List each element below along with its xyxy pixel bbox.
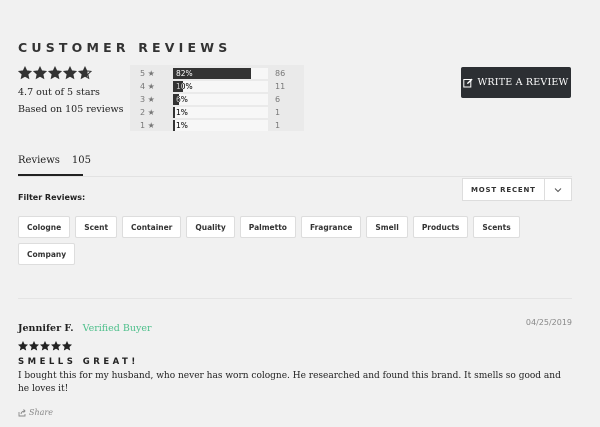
tab-active-underline	[18, 174, 83, 176]
histogram-count: 11	[275, 81, 286, 91]
histogram-percent: 6%	[176, 95, 188, 104]
reviewer-name: Jennifer F.	[18, 323, 74, 334]
histogram-row[interactable]: 5 ★ 82% 86	[130, 67, 304, 79]
write-review-button[interactable]: WRITE A REVIEW	[461, 67, 571, 98]
sort-selected-label: MOST RECENT	[471, 185, 536, 194]
histogram-label: 1 ★	[140, 120, 155, 130]
histogram-bar	[173, 107, 175, 118]
histogram-track: 82%	[173, 68, 268, 79]
filter-chip-company[interactable]: Company	[18, 243, 76, 265]
review-item: Jennifer F. Verified Buyer 04/25/2019 SM…	[18, 316, 572, 417]
chevron-down-icon	[544, 179, 571, 200]
histogram-count: 86	[275, 68, 286, 78]
star-icon	[40, 341, 50, 351]
write-review-label: WRITE A REVIEW	[477, 77, 569, 88]
filter-chips: Cologne Scent Container Quality Palmetto Frag…	[18, 216, 578, 265]
filter-chip-palmetto[interactable]: Palmetto	[239, 216, 296, 238]
histogram-count: 6	[275, 94, 281, 104]
histogram-label: 4 ★	[140, 81, 155, 91]
star-icon	[33, 66, 47, 80]
histogram-track: 1%	[173, 120, 268, 131]
share-icon	[18, 408, 26, 416]
rating-summary: 4.7 out of 5 stars Based on 105 reviews	[18, 66, 123, 115]
histogram-row[interactable]: 2 ★ 1% 1	[130, 106, 304, 118]
verified-badge: Verified Buyer	[82, 323, 152, 334]
tab-reviews-label: Reviews	[18, 155, 60, 166]
histogram-percent: 10%	[176, 82, 193, 91]
filter-chip-scent[interactable]: Scent	[75, 216, 118, 238]
filter-chip-quality[interactable]: Quality	[186, 216, 235, 238]
histogram-row[interactable]: 4 ★ 10% 11	[130, 80, 304, 92]
filter-chip-fragrance[interactable]: Fragrance	[300, 216, 362, 238]
review-title: SMELLS GREAT!	[18, 357, 139, 367]
tab-reviews-count: 105	[71, 155, 91, 166]
review-count-text: Based on 105 reviews	[18, 104, 124, 115]
tab-reviews[interactable]: Reviews 105	[18, 155, 91, 166]
review-body: I bought this for my husband, who never …	[18, 371, 561, 394]
average-rating-text: 4.7 out of 5 stars	[18, 87, 100, 98]
histogram-track: 1%	[173, 107, 268, 118]
section-divider	[18, 298, 572, 299]
rating-histogram: 5 ★ 82% 86 4 ★ 10% 11 3 ★ 6% 6 2 ★ 1% 1 1 ★ 1% 1	[130, 65, 304, 131]
share-label: Share	[29, 408, 53, 417]
histogram-count: 1	[275, 107, 281, 117]
star-icon	[78, 66, 92, 80]
star-icon	[62, 341, 72, 351]
star-icon	[48, 66, 62, 80]
page-title: CUSTOMER REVIEWS	[18, 40, 232, 55]
histogram-track: 10%	[173, 81, 268, 92]
star-icon	[51, 341, 61, 351]
star-icon	[18, 66, 32, 80]
edit-icon	[463, 78, 474, 87]
filter-chip-container[interactable]: Container	[122, 216, 182, 238]
histogram-percent: 1%	[176, 108, 188, 117]
histogram-percent: 82%	[176, 69, 193, 78]
histogram-count: 1	[275, 120, 281, 130]
histogram-label: 2 ★	[140, 107, 155, 117]
histogram-track: 6%	[173, 94, 268, 105]
histogram-row[interactable]: 1 ★ 1% 1	[130, 119, 304, 131]
star-icon	[29, 341, 39, 351]
histogram-percent: 1%	[176, 121, 188, 130]
filter-chip-scents[interactable]: Scents	[473, 216, 520, 238]
filter-chip-cologne[interactable]: Cologne	[18, 216, 71, 238]
average-stars	[18, 66, 123, 81]
filter-chip-smell[interactable]: Smell	[366, 216, 408, 238]
share-link[interactable]: Share	[18, 408, 53, 417]
sort-dropdown[interactable]: MOST RECENT	[462, 178, 572, 201]
histogram-label: 5 ★	[140, 68, 155, 78]
histogram-bar	[173, 120, 175, 131]
star-icon	[18, 341, 28, 351]
filter-chip-products[interactable]: Products	[412, 216, 469, 238]
review-date: 04/25/2019	[525, 318, 572, 327]
star-icon	[63, 66, 77, 80]
filter-label: Filter Reviews:	[18, 193, 86, 202]
tab-rule	[18, 176, 572, 177]
histogram-row[interactable]: 3 ★ 6% 6	[130, 93, 304, 105]
review-stars	[18, 341, 572, 351]
histogram-label: 3 ★	[140, 94, 155, 104]
